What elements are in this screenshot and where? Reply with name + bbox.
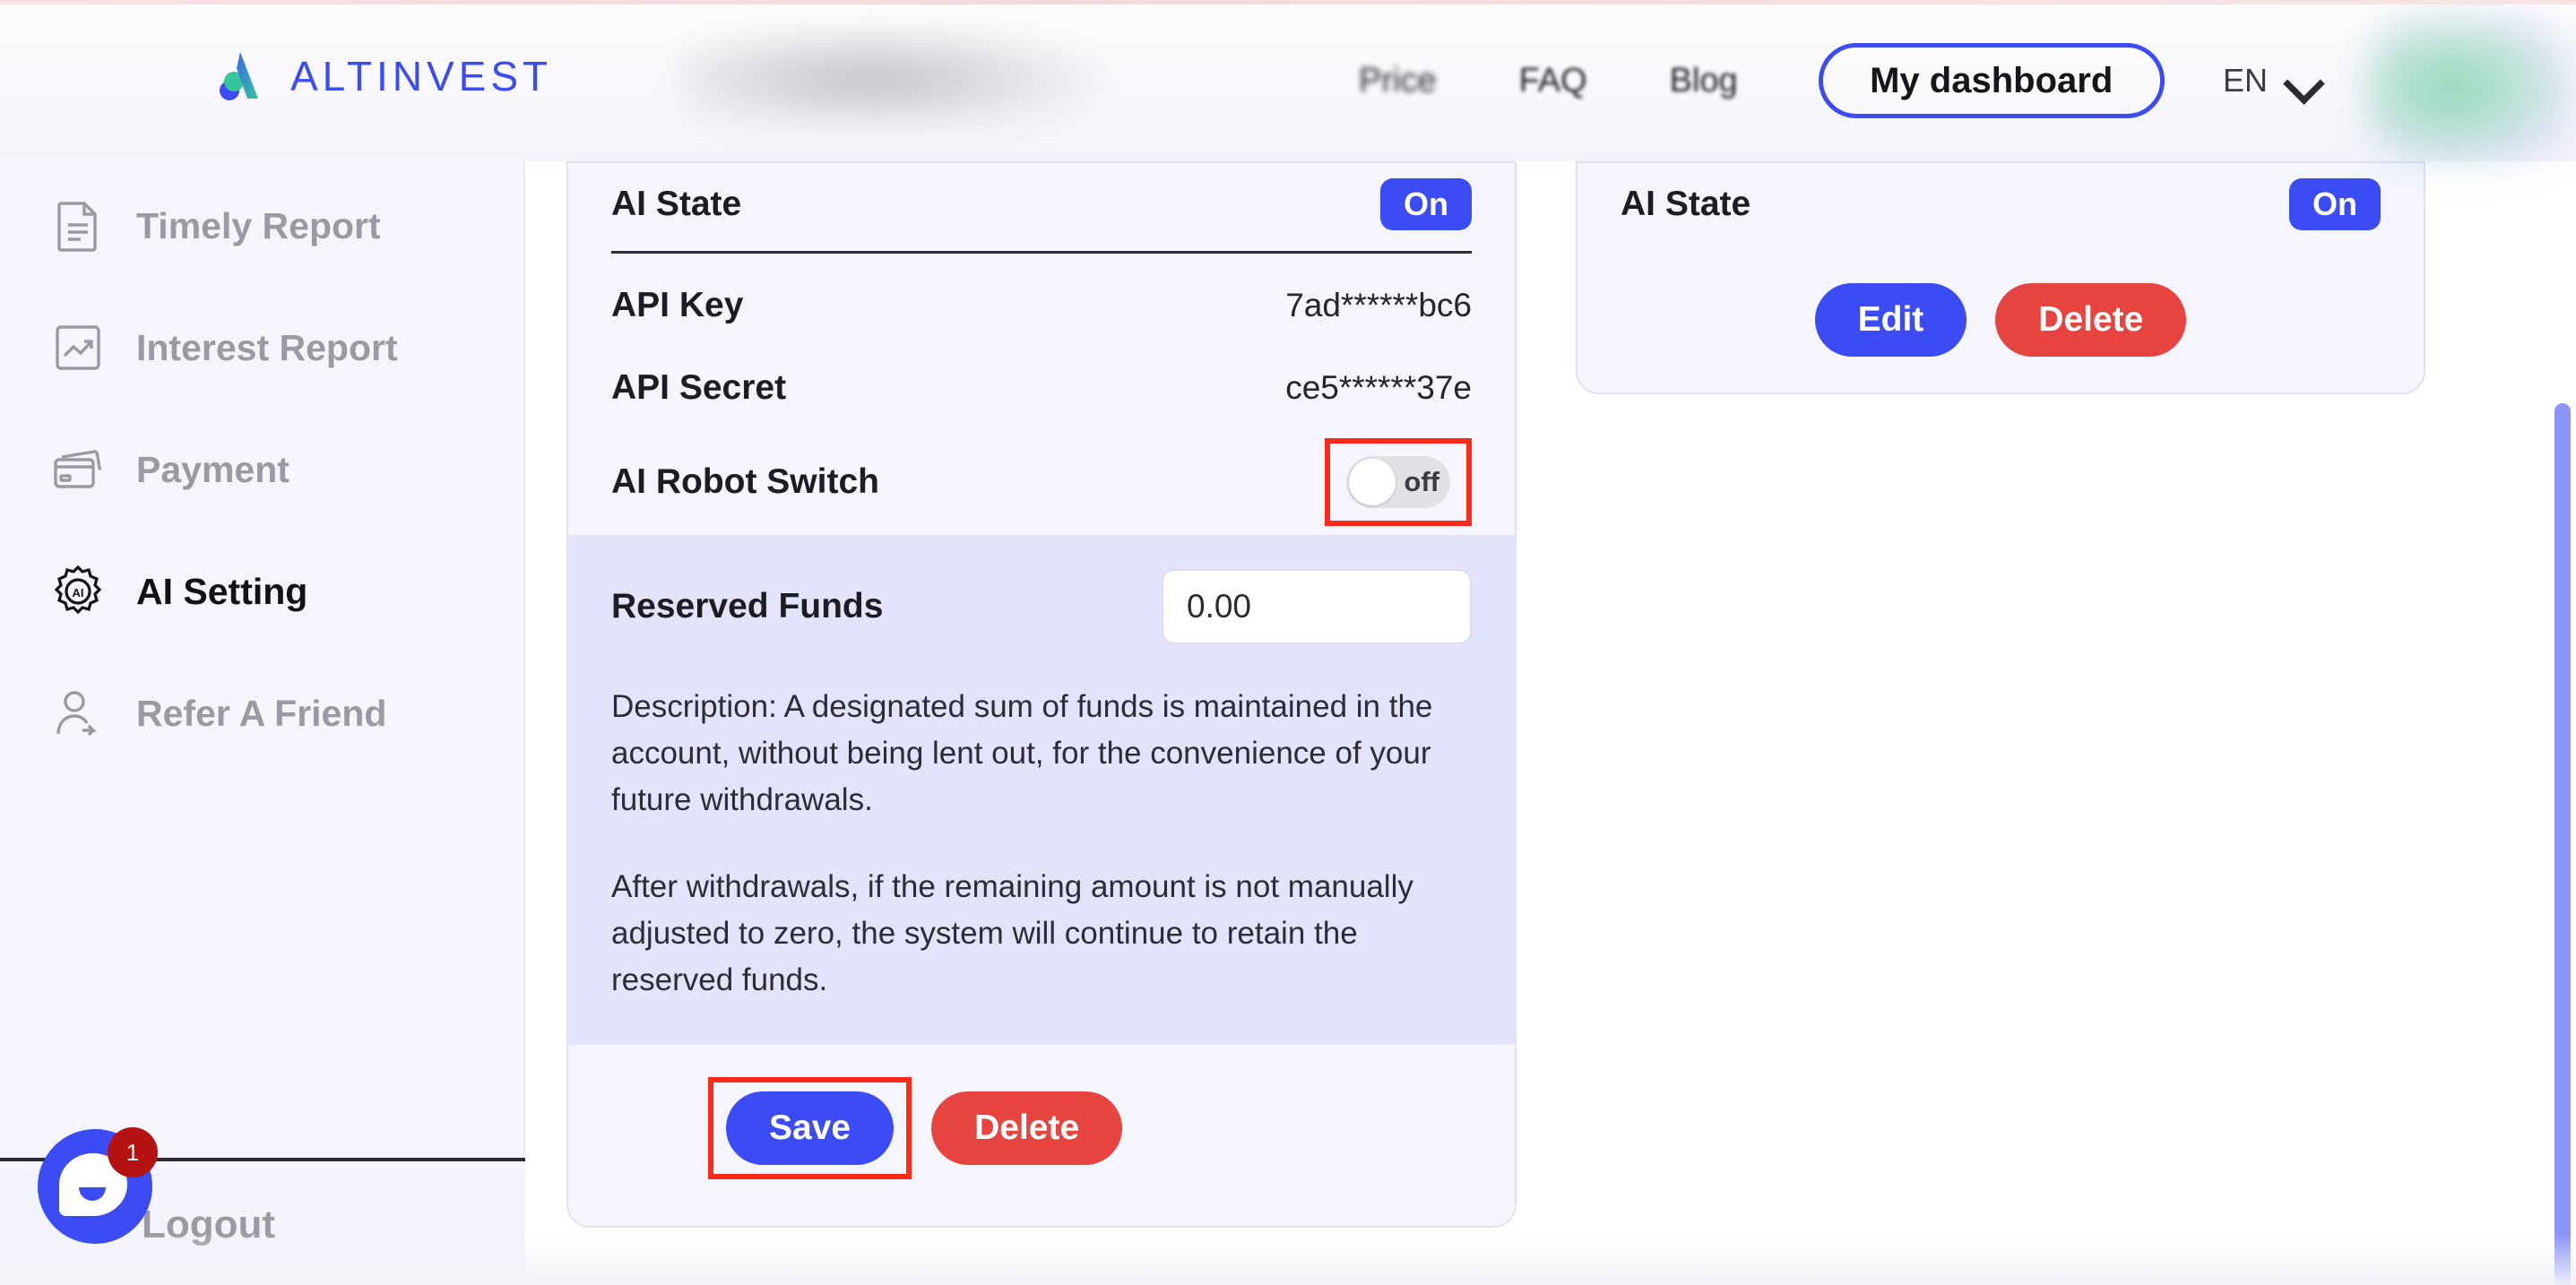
nav-link-faq[interactable]: FAQ [1478,62,1629,100]
sidebar: Timely Report Interest Report Payment AI… [0,161,525,1285]
main-nav: Price FAQ Blog My dashboard [1318,0,2165,161]
nav-link-price[interactable]: Price [1318,62,1478,100]
ai-gear-icon: AI [50,564,106,619]
sidebar-item-timely-report[interactable]: Timely Report [0,181,525,271]
reserved-funds-panel: Reserved Funds 0.00 Description: A desig… [568,535,1515,1045]
ai-state-badge-secondary: On [2289,178,2381,230]
ai-state-label-secondary: AI State [1621,185,1751,223]
card-actions: Save Delete [568,1045,1515,1226]
toggle-knob [1349,459,1396,505]
document-icon [50,198,106,254]
sidebar-item-label: Payment [136,448,290,490]
trending-up-icon [50,320,106,375]
logout-label: Logout [142,1203,276,1246]
edit-button[interactable]: Edit [1814,283,1967,357]
reserved-funds-input[interactable]: 0.00 [1162,569,1472,644]
secondary-card-actions: Edit Delete [1578,283,2424,357]
language-label: EN [2223,62,2269,99]
ai-robot-switch-label: AI Robot Switch [611,462,879,501]
sidebar-item-payment[interactable]: Payment [0,425,525,514]
toggle-state-label: off [1404,466,1439,497]
my-dashboard-button[interactable]: My dashboard [1818,43,2165,118]
app-root: ALTINVEST Price FAQ Blog My dashboard EN [0,0,2576,1285]
redacted-header-block [681,25,1102,124]
nav-link-blog[interactable]: Blog [1629,62,1779,100]
save-button-highlight: Save [708,1076,912,1179]
reserved-funds-description-2: After withdrawals, if the remaining amou… [611,869,1413,997]
brand-logo[interactable]: ALTINVEST [215,47,552,106]
chat-widget-button[interactable]: 1 [38,1127,158,1244]
sidebar-item-label: AI Setting [136,570,308,612]
sidebar-item-refer-a-friend[interactable]: Refer A Friend [0,668,525,758]
svg-text:AI: AI [73,586,84,599]
chat-unread-badge: 1 [108,1127,158,1177]
brand-name: ALTINVEST [290,53,553,99]
altinvest-logo-icon [215,47,274,106]
ai-state-row: AI State On [568,163,1515,246]
credit-card-icon [50,442,106,497]
reserved-funds-row: Reserved Funds 0.00 [611,560,1472,653]
reserved-funds-label: Reserved Funds [611,587,884,625]
top-accent-line [0,0,2576,4]
delete-button[interactable]: Delete [931,1091,1123,1165]
ai-state-badge: On [1380,178,1472,230]
ai-setting-card-secondary: AI State On Edit Delete [1576,161,2425,394]
user-share-icon [50,686,106,741]
main-content: AI State On API Key 7ad******bc6 API Sec… [525,161,2576,1285]
sidebar-item-label: Interest Report [136,326,398,368]
sidebar-item-label: Refer A Friend [136,692,387,734]
api-secret-value: ce5******37e [1285,369,1472,406]
api-secret-label: API Secret [611,368,787,407]
card-divider [611,251,1472,254]
page-scrollbar-track[interactable] [2553,161,2576,1285]
api-key-value: 7ad******bc6 [1285,287,1472,323]
page-scrollbar-thumb[interactable] [2554,403,2571,1285]
delete-button-secondary[interactable]: Delete [1995,283,2187,357]
ai-robot-switch-highlight: off [1325,438,1472,526]
sidebar-item-ai-setting[interactable]: AI AI Setting [0,547,525,636]
ai-setting-card: AI State On API Key 7ad******bc6 API Sec… [566,161,1517,1228]
chevron-down-icon [2286,69,2325,92]
api-key-row: API Key 7ad******bc6 [568,264,1515,347]
language-selector[interactable]: EN [2223,0,2325,161]
sidebar-item-label: Timely Report [136,204,381,246]
api-key-label: API Key [611,286,744,324]
sidebar-item-interest-report[interactable]: Interest Report [0,303,525,392]
ai-robot-switch-toggle[interactable]: off [1346,456,1450,508]
ai-state-label: AI State [611,185,742,223]
reserved-funds-description-1: Description: A designated sum of funds i… [611,689,1433,817]
api-secret-row: API Secret ce5******37e [568,347,1515,429]
ai-robot-switch-row: AI Robot Switch off [568,429,1515,535]
avatar[interactable] [2366,16,2572,164]
save-button[interactable]: Save [726,1091,895,1165]
site-header: ALTINVEST Price FAQ Blog My dashboard EN [0,0,2576,164]
ai-state-row-secondary: AI State On [1578,163,2424,246]
